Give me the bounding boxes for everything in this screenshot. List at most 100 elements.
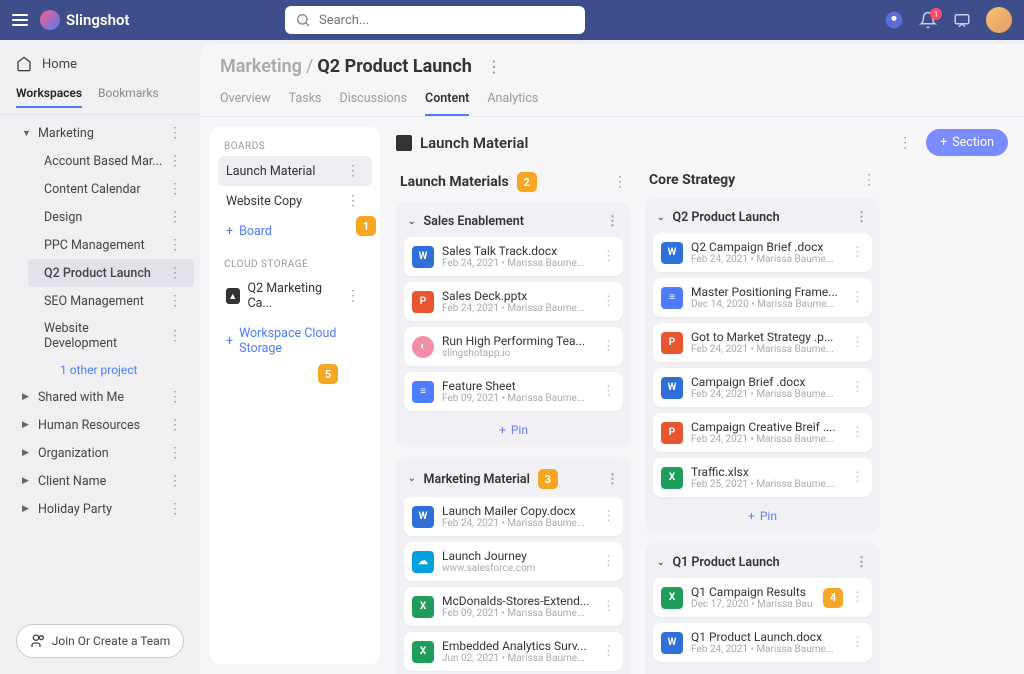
more-icon[interactable]: ⋮ [164,417,186,433]
sidebar-item[interactable]: Design⋮ [28,203,194,231]
sidebar-item-shared[interactable]: ▶Shared with Me⋮ [6,383,194,411]
more-icon[interactable]: ⋮ [602,599,615,614]
more-icon[interactable]: ⋮ [862,172,876,188]
more-icon[interactable]: ⋮ [164,473,186,489]
more-icon[interactable]: ⋮ [602,554,615,569]
pin-button[interactable]: +Pin [653,668,872,674]
more-icon[interactable]: ⋮ [164,501,186,517]
more-icon[interactable]: ⋮ [164,293,186,309]
more-icon[interactable]: ⋮ [164,265,186,281]
more-icon[interactable]: ⋮ [342,288,364,304]
more-icon[interactable]: ⋮ [602,384,615,399]
file-card[interactable]: PGot to Market Strategy .p...Feb 24, 202… [653,323,872,362]
more-icon[interactable]: ⋮ [602,644,615,659]
more-projects-link[interactable]: 1 other project [22,357,200,383]
more-icon[interactable]: ⋮ [164,237,186,253]
sidebar-item[interactable]: Website Development⋮ [28,315,194,357]
chat-icon[interactable] [952,10,972,30]
more-icon[interactable]: ⋮ [851,245,864,260]
more-icon[interactable]: ⋮ [164,181,186,197]
sidebar-item-hr[interactable]: ▶Human Resources⋮ [6,411,194,439]
avatar[interactable] [986,7,1012,33]
more-icon[interactable]: ⋮ [342,193,364,209]
pin-button[interactable]: +Pin [404,417,623,439]
file-card[interactable]: WSales Talk Track.docxFeb 24, 2021 • Mar… [404,237,623,276]
tab-analytics[interactable]: Analytics [487,85,538,116]
file-card[interactable]: WLaunch Mailer Copy.docxFeb 24, 2021 • M… [404,497,623,536]
more-icon[interactable]: ⋮ [164,125,186,141]
sidebar-item[interactable]: PPC Management⋮ [28,231,194,259]
more-icon[interactable]: ⋮ [602,294,615,309]
home-link[interactable]: Home [0,48,200,80]
tab-overview[interactable]: Overview [220,85,271,116]
file-card[interactable]: WQ1 Product Launch.docxFeb 24, 2021 • Ma… [653,623,872,662]
group-header[interactable]: ⌄ Marketing Material 3 ⋮ [404,465,623,497]
more-icon[interactable]: ⋮ [164,389,186,405]
more-icon[interactable]: ⋮ [164,209,186,225]
more-icon[interactable]: ⋮ [164,445,186,461]
more-icon[interactable]: ⋮ [851,335,864,350]
sidebar-item-marketing[interactable]: ▼ Marketing ⋮ [6,119,194,147]
file-card[interactable]: XQ1 Campaign ResultsDec 17, 2020 • Maris… [653,578,872,617]
notifications-icon[interactable]: 1 [918,10,938,30]
add-cloud-storage-button[interactable]: + Workspace Cloud Storage [218,318,372,364]
sidebar-item-org[interactable]: ▶Organization⋮ [6,439,194,467]
file-card[interactable]: WCampaign Brief .docxFeb 24, 2021 • Mari… [653,368,872,407]
tab-discussions[interactable]: Discussions [339,85,407,116]
file-card[interactable]: XTraffic.xlsxFeb 25, 2021 • Marissa Baum… [653,458,872,497]
sidebar-item[interactable]: SEO Management⋮ [28,287,194,315]
more-icon[interactable]: ⋮ [606,472,619,487]
file-card[interactable]: XEmbedded Analytics Surv...Jun 02, 2021 … [404,632,623,671]
more-icon[interactable]: ⋮ [855,210,868,225]
more-icon[interactable]: ⋮ [851,290,864,305]
file-card[interactable]: ◐Run High Performing Tea...slingshotapp.… [404,327,623,366]
file-card[interactable]: ≡Feature SheetFeb 09, 2021 • Marissa Bau… [404,372,623,411]
more-icon[interactable]: ⋮ [851,425,864,440]
breadcrumb-parent[interactable]: Marketing [220,56,302,77]
more-icon[interactable]: ⋮ [164,153,186,169]
pin-button[interactable]: +Pin [653,503,872,525]
file-card[interactable]: PSales Deck.pptxFeb 24, 2021 • Marissa B… [404,282,623,321]
tab-tasks[interactable]: Tasks [289,85,322,116]
add-board-button[interactable]: + Board 1 [218,216,372,247]
assistant-icon[interactable] [884,10,904,30]
group-header[interactable]: ⌄ Q2 Product Launch ⋮ [653,206,872,233]
group-header[interactable]: ⌄ Q1 Product Launch ⋮ [653,551,872,578]
tab-content[interactable]: Content [425,85,469,116]
tab-workspaces[interactable]: Workspaces [16,86,82,108]
file-card[interactable]: XMcDonalds-Stores-Extend...Feb 09, 2021 … [404,587,623,626]
more-icon[interactable]: ⋮ [606,214,619,229]
more-icon[interactable]: ⋮ [602,339,615,354]
tab-bookmarks[interactable]: Bookmarks [98,86,159,108]
sidebar-item-q2-launch[interactable]: Q2 Product Launch⋮ [28,259,194,287]
board-item-website-copy[interactable]: Website Copy⋮ [218,186,372,216]
file-card[interactable]: ☁Launch Journeywww.salesforce.com⋮ [404,542,623,581]
sidebar-item[interactable]: Content Calendar⋮ [28,175,194,203]
more-icon[interactable]: ⋮ [851,590,864,605]
more-icon[interactable]: ⋮ [602,249,615,264]
more-icon[interactable]: ⋮ [851,635,864,650]
breadcrumb-more-icon[interactable]: ⋮ [486,57,502,76]
sidebar-item[interactable]: Account Based Mar...⋮ [28,147,194,175]
more-icon[interactable]: ⋮ [613,174,627,190]
join-team-button[interactable]: Join Or Create a Team [16,624,184,658]
more-icon[interactable]: ⋮ [602,509,615,524]
more-icon[interactable]: ⋮ [851,470,864,485]
hamburger-icon[interactable] [12,14,28,26]
file-card[interactable]: ≡Master Positioning Frame...Dec 14, 2020… [653,278,872,317]
add-section-button[interactable]: + Section [926,129,1008,156]
board-item-launch-material[interactable]: Launch Material⋮ [218,156,372,186]
more-icon[interactable]: ⋮ [851,380,864,395]
logo[interactable]: Slingshot [40,10,129,30]
more-icon[interactable]: ⋮ [855,555,868,570]
group-header[interactable]: ⌄ Sales Enablement ⋮ [404,210,623,237]
sidebar-item-client[interactable]: ▶Client Name⋮ [6,467,194,495]
more-icon[interactable]: ⋮ [164,328,186,344]
cloud-item[interactable]: ▲ Q2 Marketing Ca... ⋮ [218,274,372,318]
sidebar-item-holiday[interactable]: ▶Holiday Party⋮ [6,495,194,523]
search-input[interactable] [285,6,585,34]
file-card[interactable]: PCampaign Creative Breif ....Feb 24, 202… [653,413,872,452]
canvas-more-icon[interactable]: ⋮ [894,135,916,151]
file-card[interactable]: WQ2 Campaign Brief .docxFeb 24, 2021 • M… [653,233,872,272]
more-icon[interactable]: ⋮ [342,163,364,179]
